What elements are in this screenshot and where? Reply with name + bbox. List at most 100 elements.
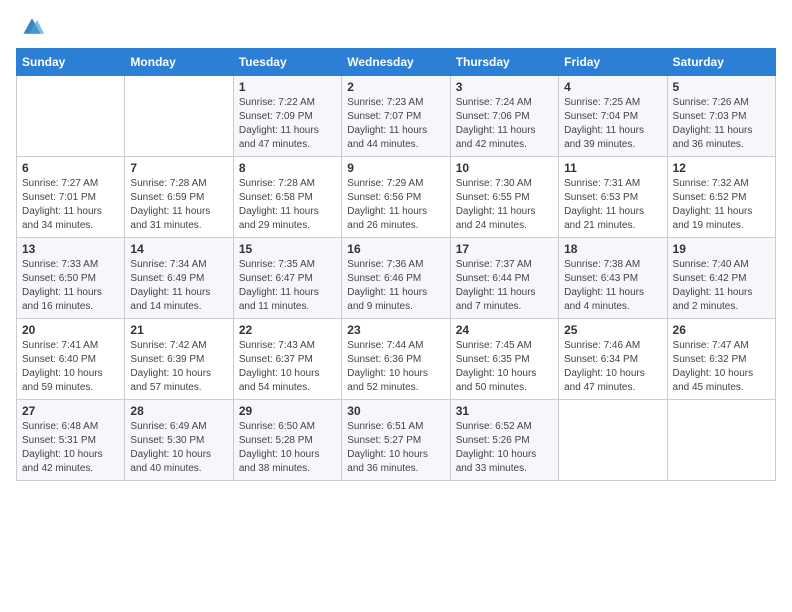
day-number: 26 [673,323,770,337]
day-number: 6 [22,161,119,175]
cell-content: Sunrise: 7:32 AMSunset: 6:52 PMDaylight:… [673,177,770,233]
page-header [16,16,776,36]
day-number: 4 [564,80,661,94]
calendar-cell: 3 Sunrise: 7:24 AMSunset: 7:06 PMDaylight… [450,76,558,157]
logo [16,16,44,36]
calendar-cell: 4 Sunrise: 7:25 AMSunset: 7:04 PMDaylight… [559,76,667,157]
cell-content: Sunrise: 7:47 AMSunset: 6:32 PMDaylight:… [673,339,770,395]
cell-content: Sunrise: 7:33 AMSunset: 6:50 PMDaylight:… [22,258,119,314]
calendar-cell: 24Sunrise: 7:45 AMSunset: 6:35 PMDayligh… [450,319,558,400]
day-number: 11 [564,161,661,175]
logo-icon [20,16,44,36]
day-number: 18 [564,242,661,256]
cell-content: Sunrise: 7:42 AMSunset: 6:39 PMDaylight:… [130,339,227,395]
cell-content: Sunrise: 7:30 AMSunset: 6:55 PMDaylight:… [456,177,553,233]
day-number: 28 [130,404,227,418]
header-saturday: Saturday [667,49,775,76]
calendar-header-row: SundayMondayTuesdayWednesdayThursdayFrid… [17,49,776,76]
cell-content: Sunrise: 7:37 AMSunset: 6:44 PMDaylight:… [456,258,553,314]
calendar-cell: 12 Sunrise: 7:32 AMSunset: 6:52 PMDayligh… [667,157,775,238]
calendar-cell: 15 Sunrise: 7:35 AMSunset: 6:47 PMDayligh… [233,238,341,319]
calendar-cell: 31Sunrise: 6:52 AMSunset: 5:26 PMDayligh… [450,400,558,481]
day-number: 30 [347,404,444,418]
cell-content: Sunrise: 7:31 AMSunset: 6:53 PMDaylight:… [564,177,661,233]
day-number: 12 [673,161,770,175]
cell-content: Sunrise: 7:34 AMSunset: 6:49 PMDaylight:… [130,258,227,314]
calendar-cell: 2 Sunrise: 7:23 AMSunset: 7:07 PMDaylight… [342,76,450,157]
day-number: 27 [22,404,119,418]
calendar-cell: 19 Sunrise: 7:40 AMSunset: 6:42 PMDayligh… [667,238,775,319]
week-row-2: 6Sunrise: 7:27 AMSunset: 7:01 PMDaylight… [17,157,776,238]
calendar-cell: 14Sunrise: 7:34 AMSunset: 6:49 PMDayligh… [125,238,233,319]
header-tuesday: Tuesday [233,49,341,76]
calendar-cell: 28Sunrise: 6:49 AMSunset: 5:30 PMDayligh… [125,400,233,481]
calendar-cell [667,400,775,481]
calendar-cell [125,76,233,157]
calendar-cell: 25Sunrise: 7:46 AMSunset: 6:34 PMDayligh… [559,319,667,400]
cell-content: Sunrise: 7:40 AMSunset: 6:42 PMDaylight:… [673,258,770,314]
cell-content: Sunrise: 7:38 AMSunset: 6:43 PMDaylight:… [564,258,661,314]
calendar-cell: 10Sunrise: 7:30 AMSunset: 6:55 PMDayligh… [450,157,558,238]
calendar-cell: 17 Sunrise: 7:37 AMSunset: 6:44 PMDayligh… [450,238,558,319]
day-number: 13 [22,242,119,256]
calendar-cell: 22 Sunrise: 7:43 AMSunset: 6:37 PMDayligh… [233,319,341,400]
header-monday: Monday [125,49,233,76]
cell-content: Sunrise: 6:52 AMSunset: 5:26 PMDaylight:… [456,420,553,476]
calendar-cell [17,76,125,157]
week-row-1: 1 Sunrise: 7:22 AMSunset: 7:09 PMDaylight… [17,76,776,157]
cell-content: Sunrise: 7:24 AMSunset: 7:06 PMDaylight:… [456,96,553,152]
calendar-cell: 8Sunrise: 7:28 AMSunset: 6:58 PMDaylight… [233,157,341,238]
calendar-cell: 11 Sunrise: 7:31 AMSunset: 6:53 PMDayligh… [559,157,667,238]
cell-content: Sunrise: 7:41 AMSunset: 6:40 PMDaylight:… [22,339,119,395]
cell-content: Sunrise: 7:43 AMSunset: 6:37 PMDaylight:… [239,339,336,395]
day-number: 22 [239,323,336,337]
week-row-3: 13 Sunrise: 7:33 AMSunset: 6:50 PMDayligh… [17,238,776,319]
day-number: 8 [239,161,336,175]
calendar-cell: 18 Sunrise: 7:38 AMSunset: 6:43 PMDayligh… [559,238,667,319]
day-number: 7 [130,161,227,175]
calendar-cell: 16Sunrise: 7:36 AMSunset: 6:46 PMDayligh… [342,238,450,319]
day-number: 29 [239,404,336,418]
cell-content: Sunrise: 7:35 AMSunset: 6:47 PMDaylight:… [239,258,336,314]
calendar-cell: 30 Sunrise: 6:51 AMSunset: 5:27 PMDayligh… [342,400,450,481]
day-number: 16 [347,242,444,256]
day-number: 1 [239,80,336,94]
calendar-cell: 23 Sunrise: 7:44 AMSunset: 6:36 PMDayligh… [342,319,450,400]
cell-content: Sunrise: 7:28 AMSunset: 6:59 PMDaylight:… [130,177,227,233]
day-number: 23 [347,323,444,337]
cell-content: Sunrise: 7:45 AMSunset: 6:35 PMDaylight:… [456,339,553,395]
calendar-cell: 21 Sunrise: 7:42 AMSunset: 6:39 PMDayligh… [125,319,233,400]
cell-content: Sunrise: 6:50 AMSunset: 5:28 PMDaylight:… [239,420,336,476]
header-sunday: Sunday [17,49,125,76]
day-number: 25 [564,323,661,337]
calendar-cell: 20Sunrise: 7:41 AMSunset: 6:40 PMDayligh… [17,319,125,400]
day-number: 2 [347,80,444,94]
calendar-cell: 26 Sunrise: 7:47 AMSunset: 6:32 PMDayligh… [667,319,775,400]
day-number: 17 [456,242,553,256]
week-row-4: 20Sunrise: 7:41 AMSunset: 6:40 PMDayligh… [17,319,776,400]
cell-content: Sunrise: 7:44 AMSunset: 6:36 PMDaylight:… [347,339,444,395]
day-number: 3 [456,80,553,94]
week-row-5: 27 Sunrise: 6:48 AMSunset: 5:31 PMDayligh… [17,400,776,481]
cell-content: Sunrise: 7:25 AMSunset: 7:04 PMDaylight:… [564,96,661,152]
cell-content: Sunrise: 6:51 AMSunset: 5:27 PMDaylight:… [347,420,444,476]
calendar-table: SundayMondayTuesdayWednesdayThursdayFrid… [16,48,776,481]
day-number: 15 [239,242,336,256]
day-number: 19 [673,242,770,256]
calendar-cell: 27 Sunrise: 6:48 AMSunset: 5:31 PMDayligh… [17,400,125,481]
calendar-cell: 13 Sunrise: 7:33 AMSunset: 6:50 PMDayligh… [17,238,125,319]
day-number: 21 [130,323,227,337]
cell-content: Sunrise: 7:26 AMSunset: 7:03 PMDaylight:… [673,96,770,152]
calendar-cell: 9Sunrise: 7:29 AMSunset: 6:56 PMDaylight… [342,157,450,238]
header-friday: Friday [559,49,667,76]
calendar-cell: 7 Sunrise: 7:28 AMSunset: 6:59 PMDaylight… [125,157,233,238]
cell-content: Sunrise: 7:23 AMSunset: 7:07 PMDaylight:… [347,96,444,152]
calendar-cell: 6Sunrise: 7:27 AMSunset: 7:01 PMDaylight… [17,157,125,238]
calendar-cell: 29 Sunrise: 6:50 AMSunset: 5:28 PMDayligh… [233,400,341,481]
day-number: 5 [673,80,770,94]
header-thursday: Thursday [450,49,558,76]
header-wednesday: Wednesday [342,49,450,76]
calendar-cell [559,400,667,481]
cell-content: Sunrise: 7:22 AMSunset: 7:09 PMDaylight:… [239,96,336,152]
cell-content: Sunrise: 6:48 AMSunset: 5:31 PMDaylight:… [22,420,119,476]
